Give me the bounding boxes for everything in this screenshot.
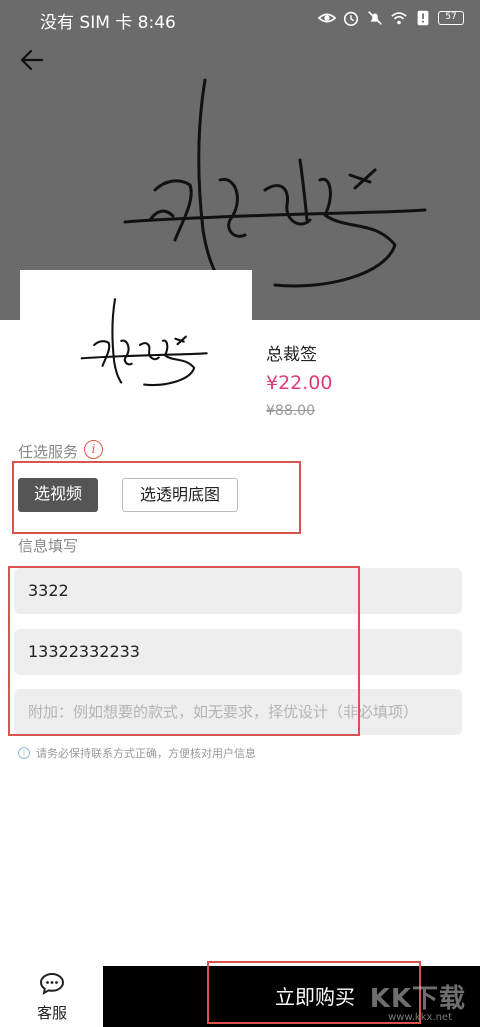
info-circle-icon[interactable]: i <box>84 440 103 459</box>
info-note: i 请务必保持联系方式正确，方便核对用户信息 <box>18 745 256 761</box>
battery-indicator: 57 <box>438 11 464 25</box>
thumbnail-signature-image <box>80 298 208 387</box>
product-original-price: ¥88.00 <box>266 403 315 419</box>
watermark-url: www.kkx.net <box>388 1012 452 1023</box>
product-name: 总裁签 <box>266 345 317 365</box>
option-transparent-button[interactable]: 选透明底图 <box>122 478 238 512</box>
info-highlight-box <box>8 566 360 736</box>
services-label: 任选服务 <box>18 443 79 461</box>
alert-icon <box>417 10 429 26</box>
arrow-left-icon[interactable] <box>16 44 48 76</box>
status-carrier-time: 没有 SIM 卡 8:46 <box>40 13 176 33</box>
chat-bubble-icon <box>39 972 65 995</box>
customer-service-button[interactable]: 客服 <box>30 972 74 1023</box>
status-icons: 57 <box>318 9 464 27</box>
customer-service-label: 客服 <box>36 1004 67 1022</box>
status-bar: 没有 SIM 卡 8:46 57 <box>0 0 480 38</box>
product-thumbnail <box>20 270 252 420</box>
wifi-icon <box>391 12 407 25</box>
alarm-icon <box>343 11 359 27</box>
mute-icon <box>368 11 382 25</box>
info-note-icon: i <box>18 747 30 759</box>
watermark: KK下载 <box>369 984 466 1014</box>
eye-icon <box>318 13 336 23</box>
info-label: 信息填写 <box>18 537 79 555</box>
product-price: ¥22.00 <box>266 372 333 394</box>
option-video-button[interactable]: 选视频 <box>18 478 98 512</box>
info-note-text: 请务必保持联系方式正确，方便核对用户信息 <box>36 747 256 760</box>
